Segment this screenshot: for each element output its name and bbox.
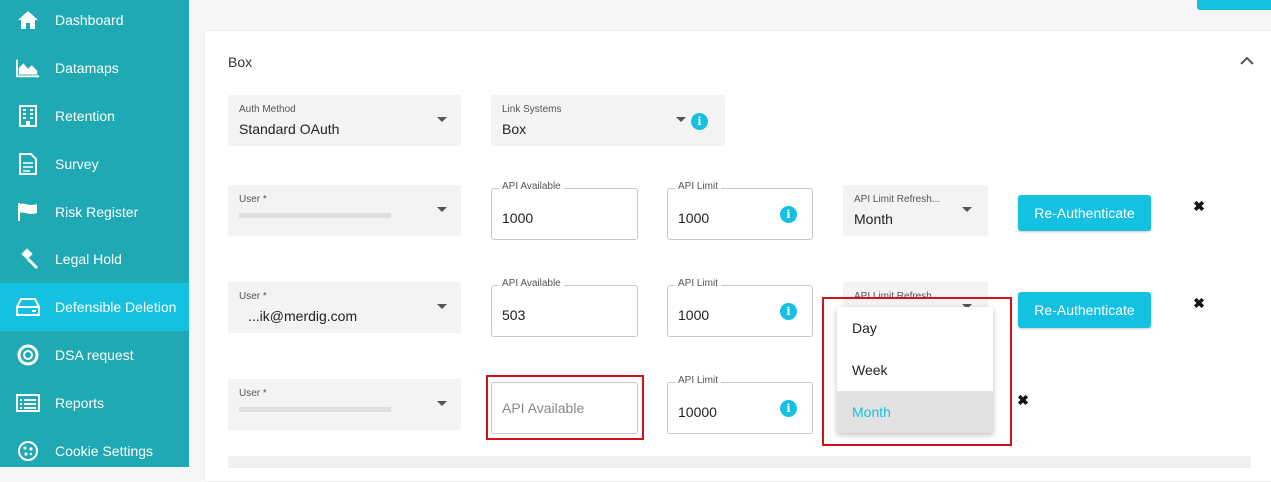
api-limit-field[interactable]: API Limit 1000 i bbox=[667, 278, 813, 337]
drive-icon bbox=[16, 295, 40, 319]
caret-down-icon bbox=[437, 117, 447, 122]
sidebar-item-reports[interactable]: Reports bbox=[0, 379, 189, 427]
info-icon[interactable]: i bbox=[691, 113, 708, 130]
remove-row-icon[interactable]: ✖ bbox=[1192, 198, 1206, 214]
api-available-field[interactable]: API Available 503 bbox=[491, 278, 638, 337]
next-section-strip bbox=[228, 456, 1251, 468]
api-available-input[interactable]: API Available bbox=[491, 382, 638, 434]
user-label: User * bbox=[239, 194, 267, 205]
api-limit-refresh-select[interactable]: API Limit Refresh... Month bbox=[843, 185, 988, 236]
re-authenticate-button[interactable]: Re-Authenticate bbox=[1018, 292, 1151, 328]
home-icon bbox=[16, 8, 40, 32]
area-chart-icon bbox=[16, 56, 40, 80]
api-limit-refresh-value: Month bbox=[854, 211, 893, 227]
api-limit-label: API Limit bbox=[675, 278, 722, 289]
sidebar-item-label: Dashboard bbox=[55, 12, 124, 28]
api-limit-label: API Limit bbox=[675, 375, 722, 386]
cookie-icon bbox=[16, 439, 40, 463]
user-label: User * bbox=[239, 291, 267, 302]
sidebar-item-datamaps[interactable]: Datamaps bbox=[0, 44, 189, 92]
top-action-button[interactable] bbox=[1197, 0, 1271, 10]
api-available-label: API Available bbox=[499, 278, 564, 289]
user-select[interactable]: User * bbox=[228, 379, 461, 430]
caret-down-icon bbox=[437, 207, 447, 212]
sidebar-item-label: Datamaps bbox=[55, 60, 119, 76]
user-select[interactable]: User * bbox=[228, 185, 461, 236]
api-limit-field[interactable]: API Limit 10000 i bbox=[667, 375, 813, 434]
sidebar: Dashboard Datamaps Retention Survey Risk… bbox=[0, 0, 189, 467]
caret-down-icon bbox=[437, 304, 447, 309]
link-systems-value: Box bbox=[502, 121, 527, 137]
info-icon[interactable]: i bbox=[780, 303, 797, 320]
card-title: Box bbox=[228, 54, 253, 70]
sidebar-item-label: Defensible Deletion bbox=[55, 299, 177, 315]
menu-option-week[interactable]: Week bbox=[837, 349, 993, 391]
auth-method-value: Standard OAuth bbox=[239, 121, 340, 137]
caret-down-icon bbox=[437, 401, 447, 406]
api-limit-value: 1000 bbox=[678, 210, 710, 226]
caret-down-icon bbox=[676, 117, 686, 122]
link-systems-select[interactable]: Link Systems Box i bbox=[491, 95, 725, 146]
menu-option-month[interactable]: Month bbox=[837, 391, 993, 433]
api-limit-value: 1000 bbox=[678, 307, 710, 323]
caret-down-icon bbox=[962, 207, 972, 212]
sidebar-item-cookie-settings[interactable]: Cookie Settings bbox=[0, 427, 189, 475]
api-limit-field[interactable]: API Limit 1000 i bbox=[667, 181, 813, 240]
remove-row-icon[interactable]: ✖ bbox=[1192, 295, 1206, 311]
refresh-period-menu: Day Week Month bbox=[837, 307, 993, 433]
user-select[interactable]: User * ...ik@merdig.com bbox=[228, 282, 461, 333]
api-limit-refresh-label: API Limit Refresh... bbox=[854, 194, 941, 205]
chevron-up-icon bbox=[1240, 56, 1254, 65]
auth-method-label: Auth Method bbox=[239, 104, 296, 115]
info-icon[interactable]: i bbox=[780, 206, 797, 223]
list-icon bbox=[16, 391, 40, 415]
sidebar-item-label: DSA request bbox=[55, 347, 134, 363]
api-available-placeholder: API Available bbox=[502, 400, 585, 416]
api-available-label: API Available bbox=[499, 181, 564, 192]
api-available-value: 1000 bbox=[502, 210, 534, 226]
gavel-icon bbox=[16, 247, 40, 271]
document-icon bbox=[16, 152, 40, 176]
sidebar-item-legal-hold[interactable]: Legal Hold bbox=[0, 235, 189, 283]
redacted-email bbox=[239, 407, 391, 412]
redacted-email bbox=[239, 213, 391, 218]
sidebar-item-label: Legal Hold bbox=[55, 251, 122, 267]
sidebar-item-label: Risk Register bbox=[55, 204, 139, 220]
flag-icon bbox=[16, 200, 40, 224]
sidebar-item-label: Survey bbox=[55, 156, 99, 172]
sidebar-item-risk-register[interactable]: Risk Register bbox=[0, 188, 189, 236]
sidebar-item-survey[interactable]: Survey bbox=[0, 140, 189, 188]
menu-option-day[interactable]: Day bbox=[837, 307, 993, 349]
sidebar-item-label: Cookie Settings bbox=[55, 443, 154, 459]
api-available-value: 503 bbox=[502, 307, 526, 323]
building-icon bbox=[16, 104, 40, 128]
collapse-toggle[interactable] bbox=[1237, 52, 1257, 68]
remove-row-icon[interactable]: ✖ bbox=[1016, 392, 1030, 408]
sidebar-item-dashboard[interactable]: Dashboard bbox=[0, 0, 189, 44]
sidebar-item-defensible-deletion[interactable]: Defensible Deletion bbox=[0, 283, 189, 331]
api-limit-label: API Limit bbox=[675, 181, 722, 192]
lifebuoy-icon bbox=[16, 343, 40, 367]
sidebar-item-label: Retention bbox=[55, 108, 115, 124]
api-limit-value: 10000 bbox=[678, 404, 717, 420]
sidebar-item-label: Reports bbox=[55, 395, 105, 411]
auth-method-select[interactable]: Auth Method Standard OAuth bbox=[228, 95, 461, 146]
sidebar-item-dsa-request[interactable]: DSA request bbox=[0, 331, 189, 379]
link-systems-label: Link Systems bbox=[502, 104, 562, 115]
user-label: User * bbox=[239, 388, 267, 399]
api-available-field[interactable]: API Available 1000 bbox=[491, 181, 638, 240]
sidebar-item-retention[interactable]: Retention bbox=[0, 92, 189, 140]
api-limit-refresh-label: API Limit Refresh... bbox=[854, 291, 941, 302]
re-authenticate-button[interactable]: Re-Authenticate bbox=[1018, 195, 1151, 231]
info-icon[interactable]: i bbox=[780, 400, 797, 417]
user-value: ...ik@merdig.com bbox=[248, 308, 358, 324]
